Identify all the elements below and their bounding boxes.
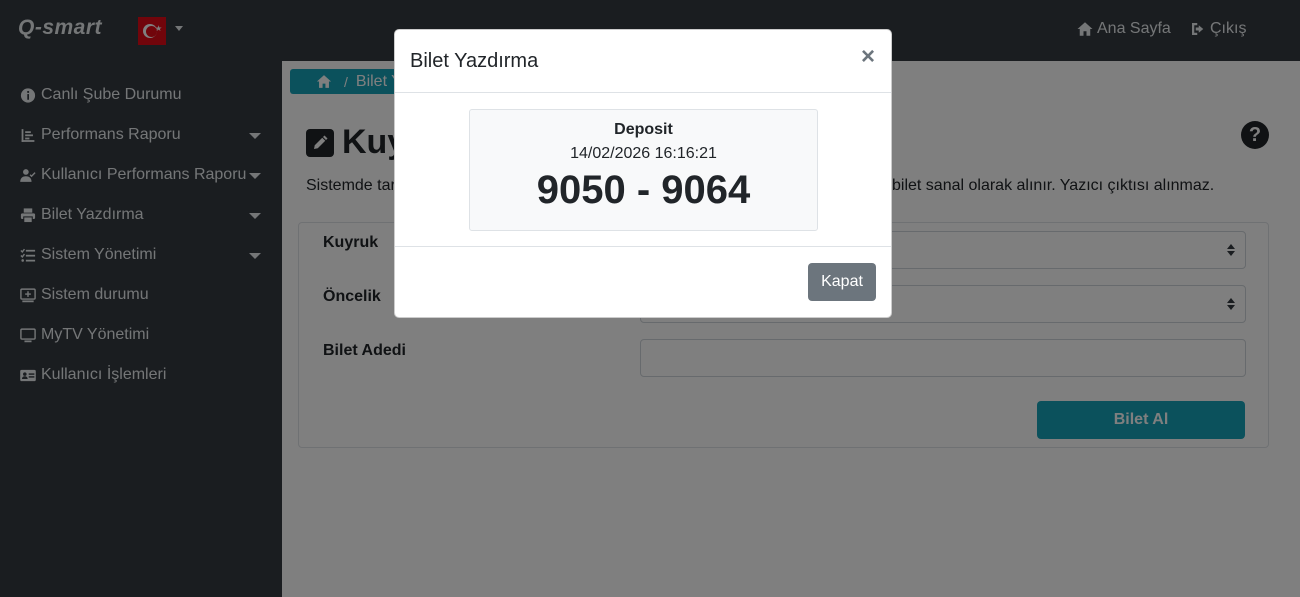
ticket-datetime: 14/02/2026 16:16:21 <box>570 145 717 162</box>
close-icon[interactable]: × <box>861 45 875 69</box>
ticket-print-modal: Bilet Yazdırma × Deposit 14/02/2026 16:1… <box>394 29 892 318</box>
modal-footer-divider <box>395 246 891 247</box>
ticket-service-name: Deposit <box>614 121 673 138</box>
modal-title: Bilet Yazdırma <box>410 50 539 72</box>
ticket-card: Deposit 14/02/2026 16:16:21 9050 - 9064 <box>469 109 818 231</box>
modal-header: Bilet Yazdırma × <box>395 30 891 93</box>
ticket-number-range: 9050 - 9064 <box>536 168 751 212</box>
close-button[interactable]: Kapat <box>808 263 876 301</box>
